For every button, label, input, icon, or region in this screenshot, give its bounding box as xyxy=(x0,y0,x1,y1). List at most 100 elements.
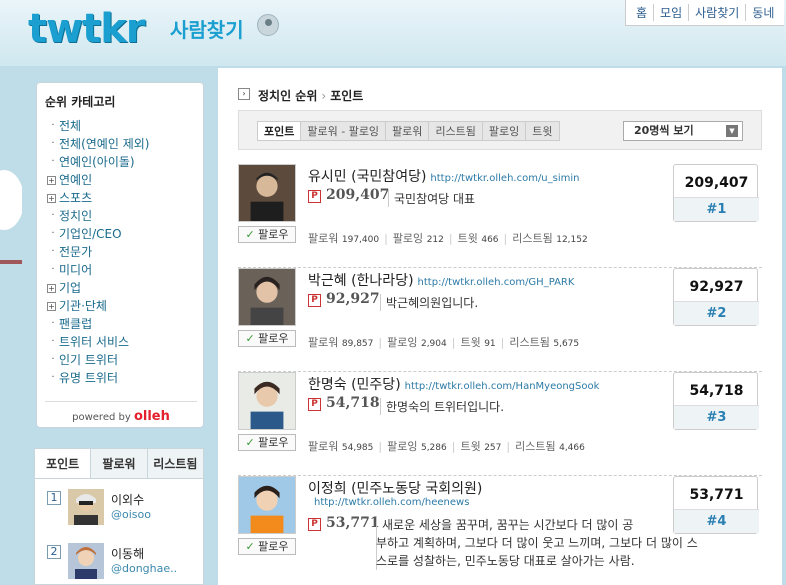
side-ranking-tabs: 포인트 팔로워 리스트됨 xyxy=(35,449,203,479)
profile-link[interactable]: http://twtkr.olleh.com/HanMyeongSook xyxy=(405,381,600,392)
tab-points[interactable]: 포인트 xyxy=(35,449,92,478)
score-box: 53,771 #4 xyxy=(673,476,759,534)
profile-link[interactable]: http://twtkr.olleh.com/heenews xyxy=(314,497,469,508)
category-item[interactable]: · 트위터 서비스 xyxy=(47,333,197,351)
point-icon: P xyxy=(308,518,321,531)
avatar[interactable] xyxy=(238,476,296,534)
header: twtkr 사람찾기 홈 모임 사람찾기 동네 xyxy=(0,0,786,66)
person-description: 국민참여당 대표 xyxy=(388,190,475,207)
bullet-icon: · xyxy=(51,138,55,149)
category-item[interactable]: + 스포츠 xyxy=(47,189,197,207)
rank-number: 1 xyxy=(47,491,61,505)
follow-button[interactable]: ✓ 팔로우 xyxy=(238,538,296,555)
expand-icon: + xyxy=(47,283,56,293)
category-item[interactable]: · 팬클럽 xyxy=(47,315,197,333)
profile-link[interactable]: http://twtkr.olleh.com/GH_PARK xyxy=(418,277,575,288)
category-label: 기업인/CEO xyxy=(59,227,122,241)
category-item[interactable]: + 기업 xyxy=(47,279,197,297)
score-value: 209,407 xyxy=(684,175,749,191)
category-label: 전문가 xyxy=(59,245,93,259)
sort-tab-points[interactable]: 포인트 xyxy=(257,121,302,141)
rank-name[interactable]: 이외수 xyxy=(111,491,144,508)
tab-followers[interactable]: 팔로워 xyxy=(91,449,148,478)
follow-button[interactable]: ✓ 팔로우 xyxy=(238,434,296,451)
nav-groups[interactable]: 모임 xyxy=(654,4,690,21)
category-item[interactable]: · 전체 xyxy=(47,117,197,135)
person-entry: ✓ 팔로우 박근혜 (한나라당) http://twtkr.olleh.com/G… xyxy=(238,268,762,372)
nav-home[interactable]: 홈 xyxy=(630,4,655,21)
category-label: 인기 트위터 xyxy=(59,353,119,367)
category-item[interactable]: · 미디어 xyxy=(47,261,197,279)
expand-icon: + xyxy=(47,193,56,203)
breadcrumb-parent[interactable]: 정치인 순위 xyxy=(258,89,317,103)
category-item[interactable]: · 인기 트위터 xyxy=(47,351,197,369)
bullet-icon: · xyxy=(51,354,55,365)
point-icon: P xyxy=(308,398,321,411)
point-icon: P xyxy=(308,294,321,307)
rank-handle[interactable]: @donghae.. xyxy=(111,562,177,575)
sort-tab-followers[interactable]: 팔로워 xyxy=(385,121,430,141)
tab-listed[interactable]: 리스트됨 xyxy=(147,449,203,478)
bullet-icon: · xyxy=(51,228,55,239)
avatar[interactable] xyxy=(238,372,296,430)
profile-link[interactable]: http://twtkr.olleh.com/u_simin xyxy=(430,173,579,184)
person-description: 새로운 세상을 꿈꾸며, 꿈꾸는 시간보다 더 많이 공 부하고 계획하며, 그… xyxy=(376,516,698,570)
person-stats: 팔로워 197,400 | 팔로잉 212 | 트윗 466 | 리스트됨 12,152 xyxy=(308,232,588,245)
sort-tab-follower-diff[interactable]: 팔로워 - 팔로잉 xyxy=(300,121,387,141)
category-label: 팬클럽 xyxy=(59,317,93,331)
category-label: 연예인(아이돌) xyxy=(59,155,135,169)
category-item[interactable]: · 연예인(아이돌) xyxy=(47,153,197,171)
sort-tab-tweets[interactable]: 트윗 xyxy=(525,121,560,141)
check-icon: ✓ xyxy=(245,332,255,345)
category-item[interactable]: · 기업인/CEO xyxy=(47,225,197,243)
person-entry: ✓ 팔로우 유시민 (국민참여당) http://twtkr.olleh.com/… xyxy=(238,164,762,268)
check-icon: ✓ xyxy=(245,436,255,449)
chevron-right-icon: › xyxy=(238,88,250,100)
person-name: 유시민 (국민참여당) http://twtkr.olleh.com/u_simi… xyxy=(308,169,580,185)
site-logo[interactable]: twtkr xyxy=(28,6,146,52)
section-title: 사람찾기 xyxy=(170,18,244,42)
nav-neighborhood[interactable]: 동네 xyxy=(746,4,780,21)
rank-handle[interactable]: @oisoo xyxy=(111,508,151,521)
avatar[interactable] xyxy=(68,543,104,579)
list-item[interactable]: 1 이외수 @oisoo xyxy=(35,485,203,533)
list-item[interactable]: 2 이동해 @donghae.. xyxy=(35,539,203,585)
category-item[interactable]: + 연예인 xyxy=(47,171,197,189)
top-nav: 홈 모임 사람찾기 동네 xyxy=(625,0,785,26)
person-name: 박근혜 (한나라당) http://twtkr.olleh.com/GH_PARK xyxy=(308,273,575,289)
bullet-icon: · xyxy=(51,246,55,257)
person-name[interactable]: 이정희 (민주노동당 국회의원) xyxy=(308,478,482,498)
sort-tab-listed[interactable]: 리스트됨 xyxy=(428,121,483,141)
follow-button[interactable]: ✓ 팔로우 xyxy=(238,330,296,347)
per-page-select[interactable]: 20명씩 보기 ▼ xyxy=(623,121,743,141)
bullet-icon: · xyxy=(51,372,55,383)
category-title: 순위 카테고리 xyxy=(45,95,116,109)
category-item[interactable]: + 기관·단체 xyxy=(47,297,197,315)
avatar[interactable] xyxy=(238,268,296,326)
nav-find-people[interactable]: 사람찾기 xyxy=(689,4,747,21)
point-value: 209,407 xyxy=(326,187,390,203)
powered-by: powered by olleh xyxy=(72,409,170,424)
bullet-icon: · xyxy=(51,210,55,221)
avatar[interactable] xyxy=(238,164,296,222)
person-entry: ✓ 팔로우 한명숙 (민주당) http://twtkr.olleh.com/Ha… xyxy=(238,372,762,476)
side-ranking-panel: 포인트 팔로워 리스트됨 1 이외수 @oisoo 2 이동해 @donghae… xyxy=(34,448,204,585)
sort-tabs: 포인트 팔로워 - 팔로잉 팔로워 리스트됨 팔로잉 트윗 xyxy=(257,121,560,141)
rank-badge: #4 xyxy=(674,509,759,533)
rank-badge: #1 xyxy=(674,197,759,221)
person-stats: 팔로워 89,857 | 팔로잉 2,904 | 트윗 91 | 리스트됨 5,675 xyxy=(308,336,580,349)
rank-name[interactable]: 이동해 xyxy=(111,545,144,562)
category-label: 스포츠 xyxy=(59,191,93,205)
follow-button[interactable]: ✓ 팔로우 xyxy=(238,226,296,243)
bullet-icon: · xyxy=(51,336,55,347)
rank-badge: #3 xyxy=(674,405,759,429)
bullet-icon: · xyxy=(51,318,55,329)
category-item[interactable]: · 정치인 xyxy=(47,207,197,225)
category-item[interactable]: · 전문가 xyxy=(47,243,197,261)
category-item[interactable]: · 유명 트위터 xyxy=(47,369,197,387)
divider xyxy=(45,401,197,402)
sort-tab-following[interactable]: 팔로잉 xyxy=(481,121,527,141)
point-value: 54,718 xyxy=(326,395,380,411)
category-item[interactable]: · 전체(연예인 제외) xyxy=(47,135,197,153)
avatar[interactable] xyxy=(68,489,104,525)
